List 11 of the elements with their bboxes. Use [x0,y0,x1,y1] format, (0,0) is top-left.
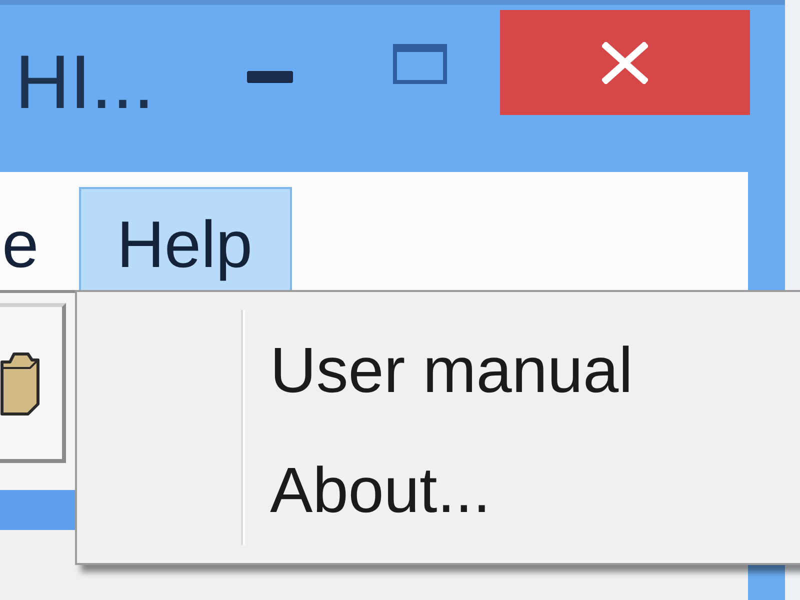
close-icon [602,42,648,84]
window-title: HI... [14,39,156,127]
close-button[interactable] [500,10,750,115]
menu-item[interactable]: Help [78,187,292,290]
folder-icon [0,350,40,416]
minimize-icon [247,70,293,82]
menu-item[interactable]: About... [270,430,501,550]
maximize-icon [393,42,447,84]
toolbar-button[interactable] [0,303,66,463]
menu-item[interactable]: User manual [270,310,643,430]
menu-item[interactable]: e [0,187,79,290]
